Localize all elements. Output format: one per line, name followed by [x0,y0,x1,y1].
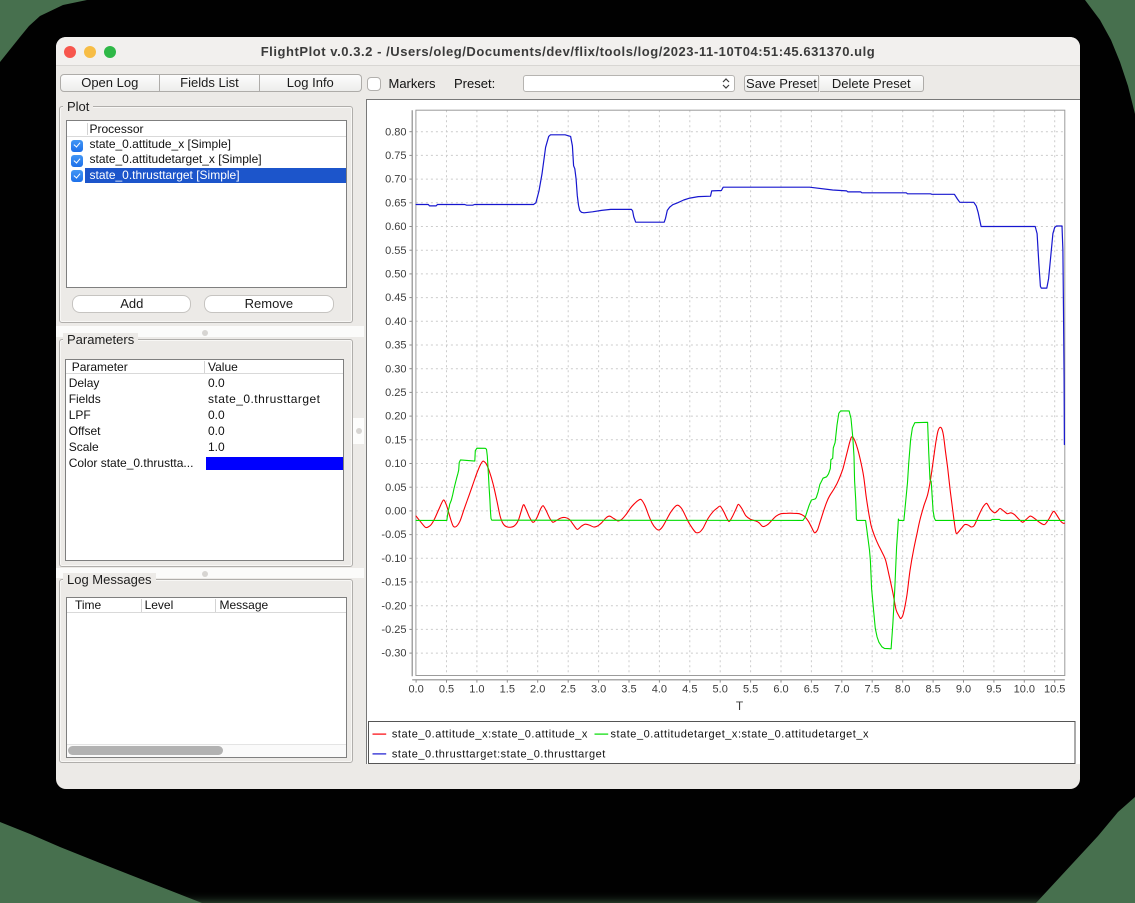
svg-text:0.80: 0.80 [385,126,406,138]
svg-text:0.75: 0.75 [385,150,406,162]
svg-text:0.55: 0.55 [385,245,406,257]
svg-text:0.45: 0.45 [385,292,406,304]
svg-text:-0.10: -0.10 [381,553,406,565]
svg-text:state_0.thrusttarget:state_0.t: state_0.thrusttarget:state_0.thrusttarge… [392,749,606,761]
svg-text:1.0: 1.0 [469,683,484,695]
svg-text:0.5: 0.5 [439,683,454,695]
svg-text:3.5: 3.5 [621,683,636,695]
svg-text:7.5: 7.5 [865,683,880,695]
svg-text:6.5: 6.5 [804,683,819,695]
svg-text:0.00: 0.00 [385,506,406,518]
svg-text:3.0: 3.0 [591,683,606,695]
svg-text:1.5: 1.5 [500,683,515,695]
svg-text:0.65: 0.65 [385,197,406,209]
svg-text:7.0: 7.0 [834,683,849,695]
svg-text:state_0.attitude_x:state_0.att: state_0.attitude_x:state_0.attitude_x [392,729,588,741]
svg-text:0.30: 0.30 [385,363,406,375]
svg-text:0.60: 0.60 [385,221,406,233]
svg-text:0.15: 0.15 [385,434,406,446]
svg-text:2.0: 2.0 [530,683,545,695]
svg-text:-0.25: -0.25 [381,624,406,636]
svg-text:0.10: 0.10 [385,458,406,470]
svg-text:9.5: 9.5 [986,683,1001,695]
svg-text:-0.15: -0.15 [381,577,406,589]
svg-text:0.0: 0.0 [408,683,423,695]
svg-text:10.5: 10.5 [1044,683,1065,695]
svg-text:0.50: 0.50 [385,269,406,281]
svg-text:state_0.attitudetarget_x:state: state_0.attitudetarget_x:state_0.attitud… [611,729,869,741]
svg-text:0.40: 0.40 [385,316,406,328]
svg-text:0.20: 0.20 [385,411,406,423]
svg-text:8.0: 8.0 [895,683,910,695]
svg-text:-0.30: -0.30 [381,648,406,660]
svg-text:8.5: 8.5 [925,683,940,695]
svg-text:4.0: 4.0 [652,683,667,695]
svg-text:0.35: 0.35 [385,340,406,352]
svg-text:6.0: 6.0 [773,683,788,695]
svg-text:0.70: 0.70 [385,174,406,186]
svg-text:0.25: 0.25 [385,387,406,399]
svg-text:T: T [736,699,744,713]
svg-text:10.0: 10.0 [1014,683,1035,695]
svg-text:-0.20: -0.20 [381,600,406,612]
svg-text:-0.05: -0.05 [381,529,406,541]
svg-text:9.0: 9.0 [956,683,971,695]
svg-text:4.5: 4.5 [682,683,697,695]
svg-text:2.5: 2.5 [561,683,576,695]
svg-text:5.5: 5.5 [743,683,758,695]
svg-text:5.0: 5.0 [713,683,728,695]
svg-text:0.05: 0.05 [385,482,406,494]
